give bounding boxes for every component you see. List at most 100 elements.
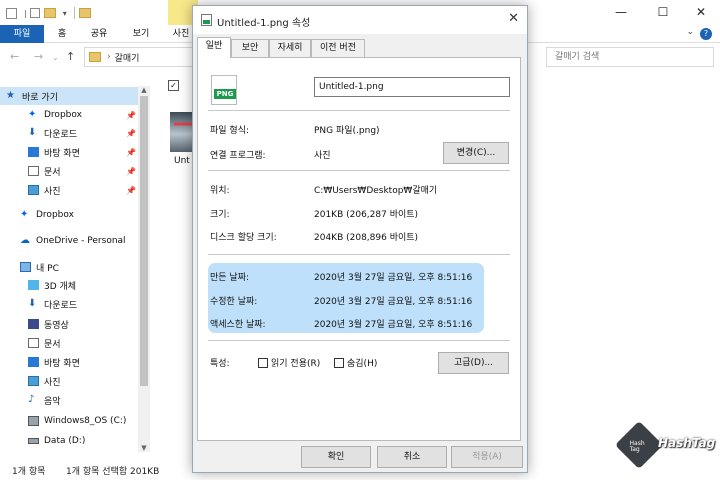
nav-pc-drive-c[interactable]: Windows8_OS (C:) xyxy=(0,412,140,430)
scrollbar-thumb[interactable] xyxy=(140,96,148,386)
nav-onedrive[interactable]: ☁ OneDrive - Personal xyxy=(0,232,140,250)
dialog-close-button[interactable]: ✕ xyxy=(508,11,519,26)
properties-check-icon[interactable] xyxy=(29,8,40,18)
divider xyxy=(208,254,510,255)
nav-label: 바탕 화면 xyxy=(44,358,80,369)
size-value: 201KB (206,287 바이트) xyxy=(314,210,419,220)
png-icon-label: PNG xyxy=(214,89,236,99)
location-label: 위치: xyxy=(210,186,230,196)
nav-dropbox[interactable]: ✦ Dropbox xyxy=(0,206,140,224)
nav-quick-documents[interactable]: 문서 📌 xyxy=(0,162,140,180)
nav-quick-desktop[interactable]: 바탕 화면 📌 xyxy=(0,143,140,161)
ribbon-tab-view[interactable]: 보기 xyxy=(128,25,154,43)
dropbox-icon: ✦ xyxy=(28,109,37,120)
new-folder-icon[interactable] xyxy=(43,8,56,18)
tab-general[interactable]: 일반 xyxy=(197,37,231,58)
crumb-separator-icon[interactable]: › xyxy=(107,52,111,62)
nav-pc-music[interactable]: ♪ 음악 xyxy=(0,391,140,409)
ribbon-tab-share[interactable]: 공유 xyxy=(86,25,112,43)
pin-icon: 📌 xyxy=(126,128,136,138)
star-icon: ★ xyxy=(6,90,15,101)
advanced-button[interactable]: 고급(D)... xyxy=(438,352,509,374)
cancel-button[interactable]: 취소 xyxy=(377,446,447,468)
cube-icon xyxy=(28,280,39,290)
nav-label: 바탕 화면 xyxy=(44,148,80,159)
nav-pc-downloads[interactable]: ⬇ 다운로드 xyxy=(0,295,140,313)
scroll-down-icon[interactable]: ▼ xyxy=(138,444,150,452)
modified-value: 2020년 3월 27일 금요일, 오후 8:51:16 xyxy=(314,297,473,307)
ribbon-tab-file[interactable]: 파일 xyxy=(0,25,44,43)
nav-label: 다운로드 xyxy=(44,300,78,311)
navigation-scrollbar[interactable]: ▲ ▼ xyxy=(138,86,150,452)
ok-button[interactable]: 확인 xyxy=(301,446,371,468)
checkbox-box[interactable] xyxy=(334,357,344,368)
file-thumbnail-label[interactable]: Unt xyxy=(174,156,190,166)
pin-icon: 📌 xyxy=(126,147,136,157)
ribbon-tab-home[interactable]: 홈 xyxy=(52,25,72,43)
hashtag-wordmark: HashTag xyxy=(658,436,716,450)
pin-icon: 📌 xyxy=(126,110,136,120)
ribbon-expand-chevron-icon[interactable]: ⌄ xyxy=(686,27,694,37)
tab-previous-versions[interactable]: 이전 버전 xyxy=(311,39,365,57)
back-arrow-icon[interactable]: ← xyxy=(10,50,19,63)
accessed-label: 액세스한 날짜: xyxy=(210,320,266,330)
hidden-checkbox[interactable]: 숨김(H) xyxy=(334,356,377,369)
general-tab-page: PNG Untitled-1.png 파일 형식: PNG 파일(.png) 연… xyxy=(197,57,521,441)
checkbox-label: 숨김(H) xyxy=(347,359,378,369)
tab-details[interactable]: 자세히 xyxy=(269,39,311,57)
up-arrow-icon[interactable]: ↑ xyxy=(66,50,75,63)
explorer-close-button[interactable]: ✕ xyxy=(686,3,716,21)
nav-pc-pictures[interactable]: 사진 xyxy=(0,372,140,390)
nav-quick-downloads[interactable]: ⬇ 다운로드 📌 xyxy=(0,124,140,142)
change-button[interactable]: 변경(C)... xyxy=(443,142,509,164)
nav-pc-videos[interactable]: 동영상 xyxy=(0,315,140,333)
dropbox-icon: ✦ xyxy=(20,209,29,220)
apply-button[interactable]: 적용(A) xyxy=(451,446,523,468)
file-name-input[interactable]: Untitled-1.png xyxy=(314,77,510,97)
divider xyxy=(208,110,510,111)
nav-label: 바로 가기 xyxy=(22,92,58,103)
pin-icon: 📌 xyxy=(126,185,136,195)
nav-pc-3d-objects[interactable]: 3D 개체 xyxy=(0,276,140,294)
forward-arrow-icon[interactable]: → xyxy=(34,50,43,63)
file-type-value: PNG 파일(.png) xyxy=(314,126,380,136)
attributes-label: 특성: xyxy=(210,359,230,369)
tab-security[interactable]: 보안 xyxy=(231,39,269,57)
nav-pc-desktop[interactable]: 바탕 화면 xyxy=(0,353,140,371)
hashtag-watermark-logo: Hash Tag HashTag xyxy=(614,418,716,478)
hashtag-cube-text: Hash Tag xyxy=(629,440,645,454)
download-icon: ⬇ xyxy=(28,127,37,138)
checkbox-box[interactable] xyxy=(258,357,268,368)
properties-dialog: Untitled-1.png 속성 ✕ 일반 보안 자세히 이전 버전 PNG … xyxy=(192,5,528,473)
nav-label: Dropbox xyxy=(36,210,74,220)
pictures-icon xyxy=(28,185,39,195)
nav-quick-dropbox[interactable]: ✦ Dropbox 📌 xyxy=(0,106,140,124)
nav-label: 내 PC xyxy=(36,263,59,274)
location-value: C:₩Users₩Desktop₩갈매기 xyxy=(314,186,438,196)
documents-icon xyxy=(28,166,39,176)
quick-access-toolbar: | ▾ xyxy=(6,6,95,20)
help-icon[interactable]: ? xyxy=(700,28,712,40)
nav-quick-pictures[interactable]: 사진 📌 xyxy=(0,181,140,199)
nav-quick-access[interactable]: ★ 바로 가기 xyxy=(0,87,140,105)
address-folder-icon xyxy=(89,52,101,62)
explorer-minimize-button[interactable]: — xyxy=(606,3,636,21)
nav-this-pc[interactable]: 내 PC xyxy=(0,258,140,276)
nav-pc-documents[interactable]: 문서 xyxy=(0,334,140,352)
search-input[interactable]: 갈매기 검색 xyxy=(546,47,714,67)
customize-toolbar-chevron-icon[interactable]: ▾ xyxy=(63,9,67,18)
ribbon-tab-picture[interactable]: 사진 xyxy=(170,25,192,43)
select-all-checkbox[interactable]: ✓ xyxy=(168,80,179,91)
nav-label: OneDrive - Personal xyxy=(36,236,126,246)
nav-pc-drive-d[interactable]: Data (D:) xyxy=(0,432,140,450)
breadcrumb-current[interactable]: 갈매기 xyxy=(115,51,140,64)
scroll-up-icon[interactable]: ▲ xyxy=(138,86,150,94)
desktop-icon xyxy=(28,357,39,367)
recent-locations-chevron-icon[interactable]: ⌄ xyxy=(52,53,59,62)
nav-label: Data (D:) xyxy=(44,436,86,446)
drop-sep: | xyxy=(24,8,27,18)
disk-size-value: 204KB (208,896 바이트) xyxy=(314,233,419,243)
readonly-checkbox[interactable]: 읽기 전용(R) xyxy=(258,356,320,369)
created-value: 2020년 3월 27일 금요일, 오후 8:51:16 xyxy=(314,273,473,283)
explorer-maximize-button[interactable]: ☐ xyxy=(648,3,678,21)
